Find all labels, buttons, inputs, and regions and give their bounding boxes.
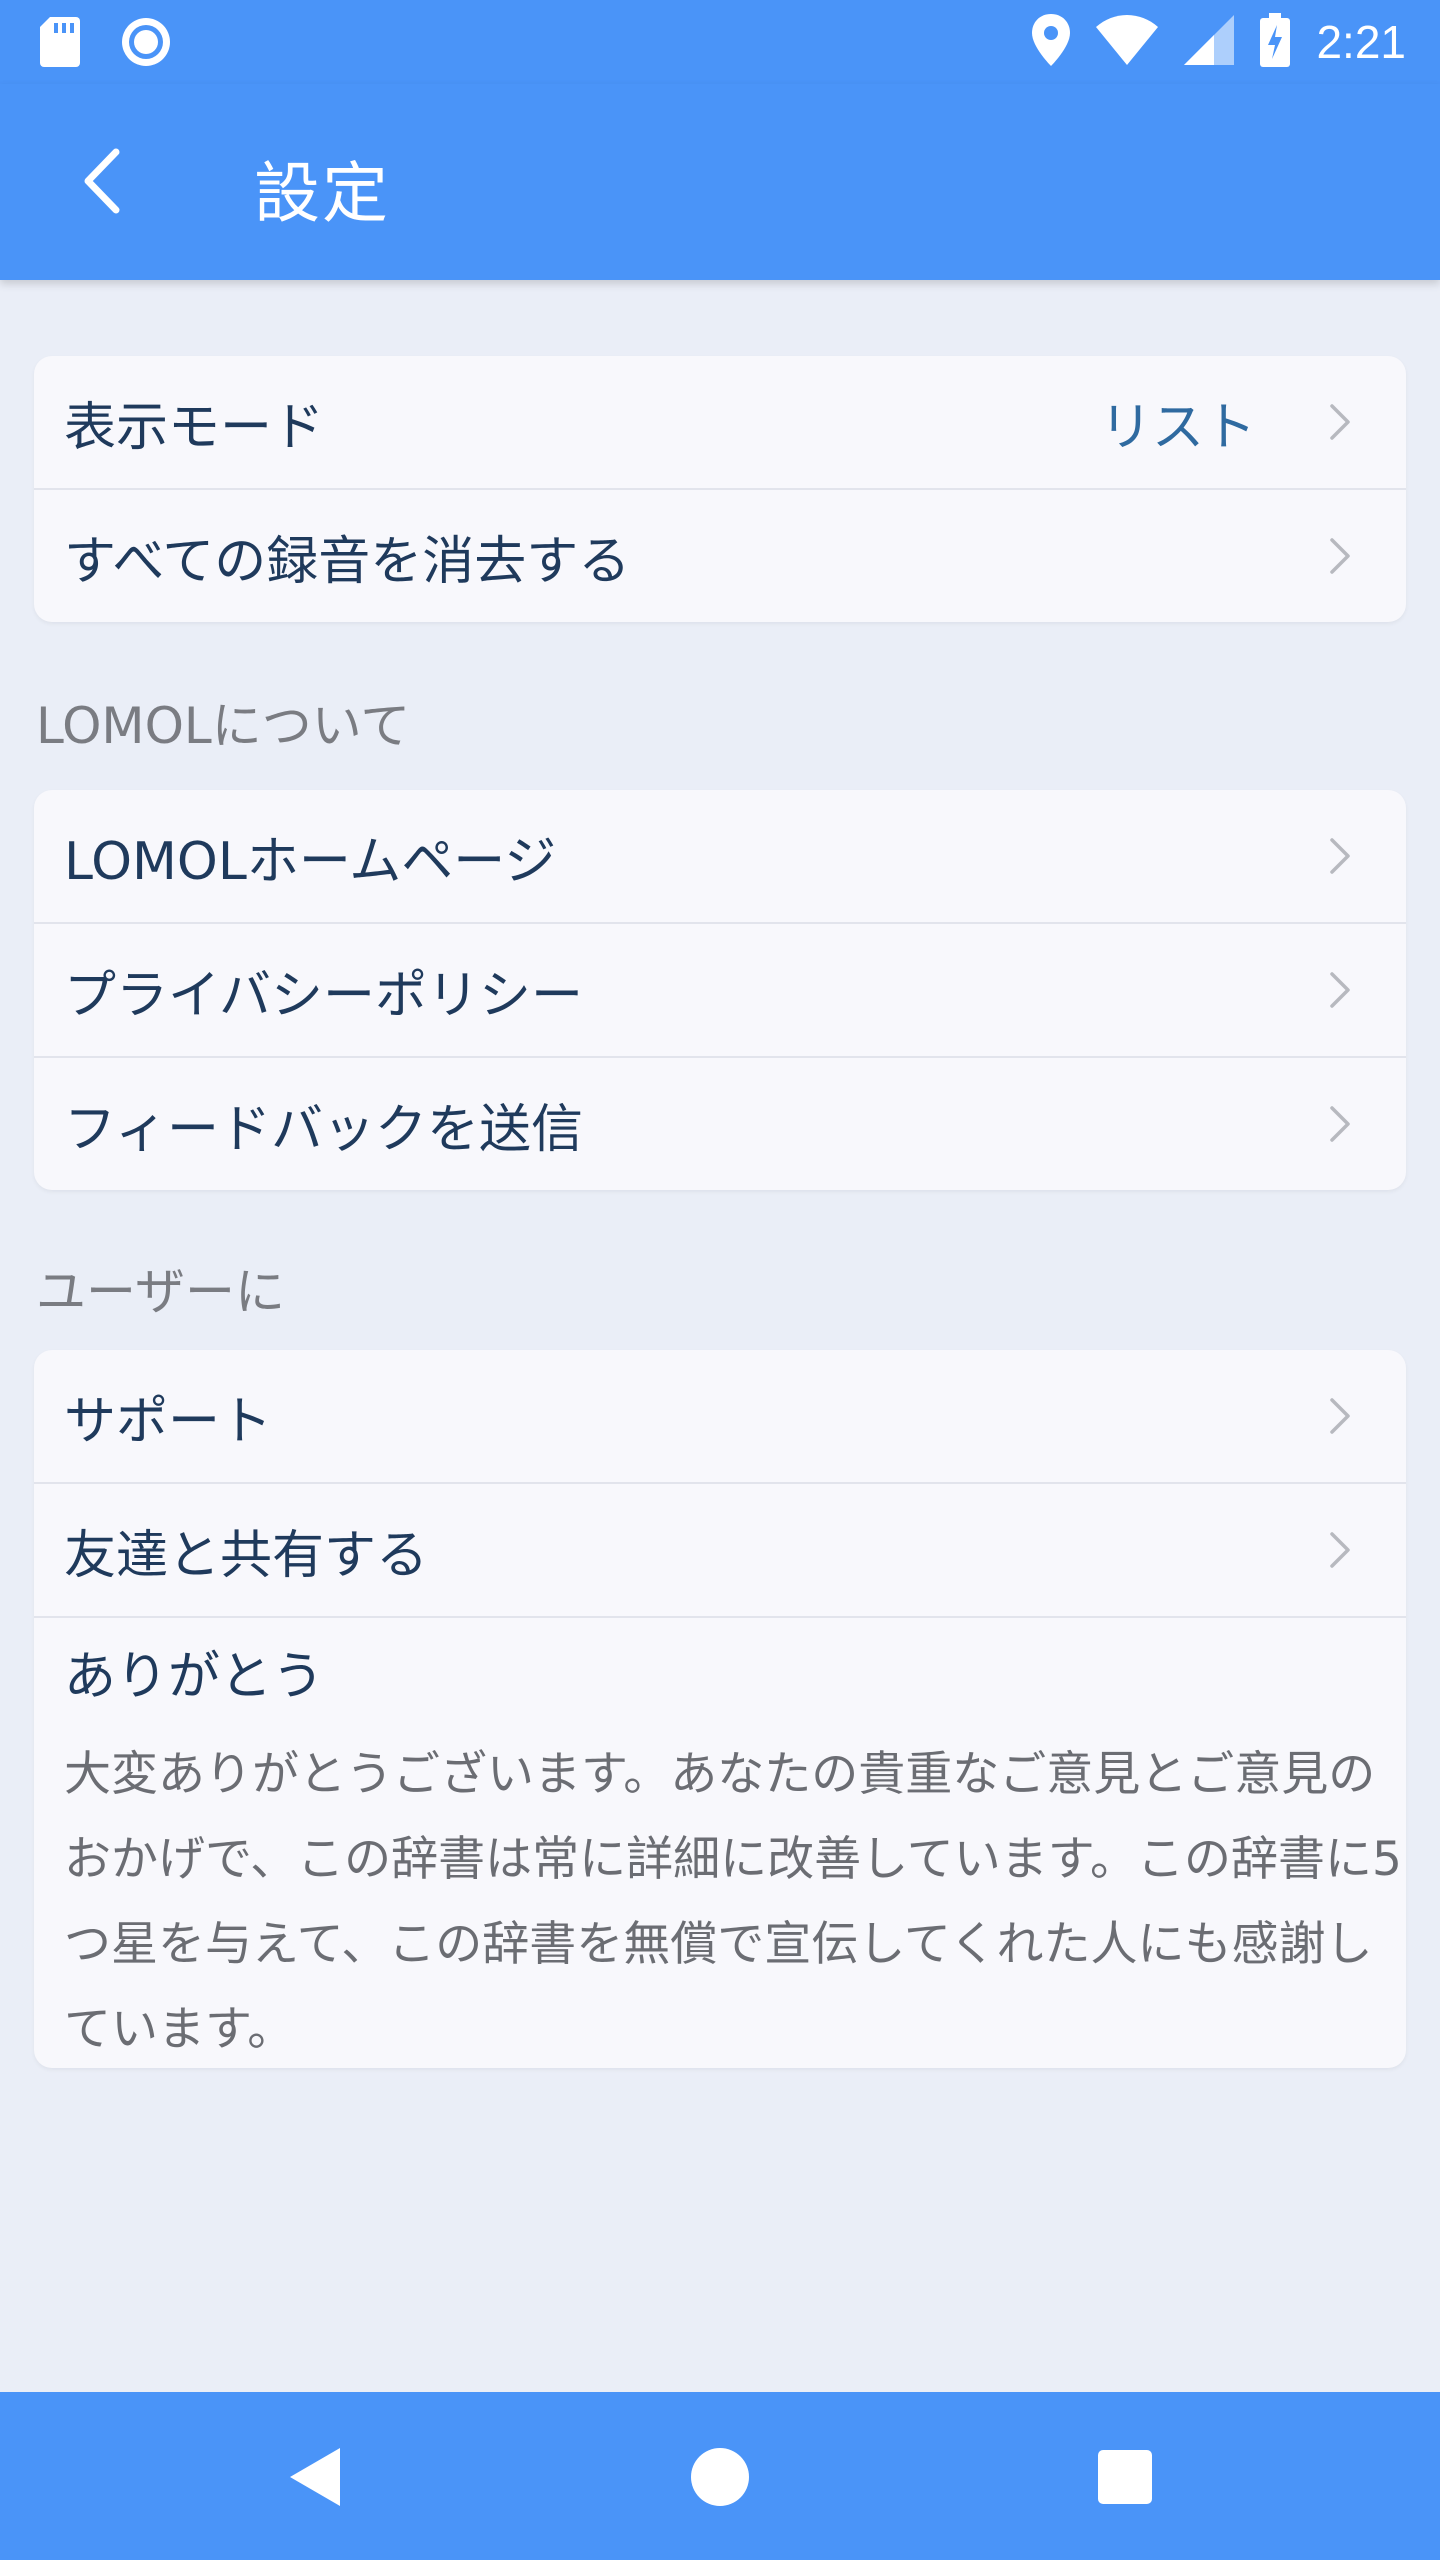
nav-home-icon[interactable] xyxy=(687,2444,753,2510)
back-button[interactable] xyxy=(60,136,150,226)
nav-recents-icon[interactable] xyxy=(1092,2444,1158,2510)
navigation-bar xyxy=(0,2392,1440,2560)
delete-all-recordings-row[interactable]: すべての録音を消去する xyxy=(34,490,1406,622)
battery-charging-icon xyxy=(1260,13,1291,71)
homepage-row[interactable]: LOMOLホームページ xyxy=(34,790,1406,924)
privacy-policy-row[interactable]: プライバシーポリシー xyxy=(34,924,1406,1058)
location-icon xyxy=(1032,14,1071,70)
record-icon xyxy=(120,16,172,72)
about-card: LOMOLホームページ プライバシーポリシー フィードバックを送信 xyxy=(34,790,1406,1190)
thanks-section: ありがとう 大変ありがとうございます。あなたの貴重なご意見とご意見のおかげで、こ… xyxy=(34,1618,1406,2068)
chevron-left-icon xyxy=(84,148,120,214)
about-section-header: LOMOLについて xyxy=(36,697,411,755)
chevron-right-icon xyxy=(1330,1398,1350,1434)
support-label: サポート xyxy=(64,1391,273,1452)
status-time: 2:21 xyxy=(1316,16,1406,68)
support-row[interactable]: サポート xyxy=(34,1350,1406,1484)
delete-all-recordings-label: すべての録音を消去する xyxy=(64,531,631,592)
sd-card-icon xyxy=(40,17,80,71)
nav-back-icon[interactable] xyxy=(282,2444,348,2510)
general-settings-card: 表示モード リスト すべての録音を消去する xyxy=(34,356,1406,622)
chevron-right-icon xyxy=(1330,1532,1350,1568)
chevron-right-icon xyxy=(1330,972,1350,1008)
chevron-right-icon xyxy=(1330,538,1350,574)
send-feedback-row[interactable]: フィードバックを送信 xyxy=(34,1058,1406,1190)
share-with-friends-label: 友達と共有する xyxy=(64,1525,429,1586)
thanks-body: 大変ありがとうございます。あなたの貴重なご意見とご意見のおかげで、この辞書は常に… xyxy=(64,1747,1402,2057)
users-card: サポート 友達と共有する ありがとう 大変ありがとうございます。あなたの貴重なご… xyxy=(34,1350,1406,2068)
display-mode-value: リスト xyxy=(1099,397,1256,458)
chevron-right-icon xyxy=(1330,404,1350,440)
display-mode-row[interactable]: 表示モード リスト xyxy=(34,356,1406,490)
privacy-policy-label: プライバシーポリシー xyxy=(64,965,583,1026)
status-bar: 2:21 xyxy=(0,0,1440,84)
display-mode-label: 表示モード xyxy=(64,397,325,458)
share-with-friends-row[interactable]: 友達と共有する xyxy=(34,1484,1406,1618)
homepage-label: LOMOLホームページ xyxy=(64,831,557,892)
wifi-icon xyxy=(1096,15,1159,69)
chevron-right-icon xyxy=(1330,1106,1350,1142)
thanks-title: ありがとう xyxy=(64,1647,325,1707)
app-bar: 設定 xyxy=(0,84,1440,280)
chevron-right-icon xyxy=(1330,838,1350,874)
send-feedback-label: フィードバックを送信 xyxy=(64,1099,583,1160)
signal-icon xyxy=(1184,15,1235,69)
users-section-header: ユーザーに xyxy=(36,1263,285,1321)
page-title: 設定 xyxy=(254,155,390,232)
